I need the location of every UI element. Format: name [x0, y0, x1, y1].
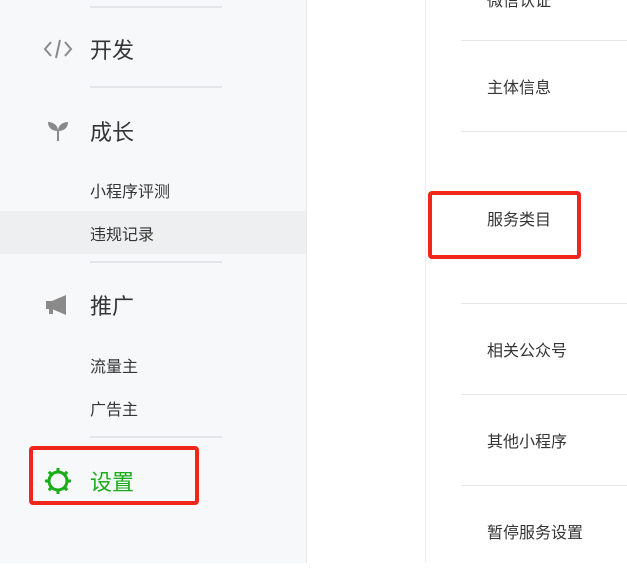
sidebar-item-label: 小程序评测: [90, 181, 171, 201]
sidebar-section-promote[interactable]: 推广: [0, 283, 306, 327]
settings-row-other-miniprograms[interactable]: 其他小程序: [461, 395, 627, 485]
settings-row-label: 其他小程序: [487, 432, 568, 451]
sidebar: 开发 成长 小程序评测 违规记录 推广 流量主 广告主 设置: [0, 0, 306, 563]
sidebar-section-settings[interactable]: 设置: [0, 459, 306, 503]
sidebar-item-label: 流量主: [90, 356, 139, 376]
sidebar-divider: [90, 86, 222, 88]
sidebar-section-growth[interactable]: 成长: [0, 109, 306, 153]
sidebar-item-advertiser[interactable]: 广告主: [0, 386, 306, 429]
settings-row-label: 相关公众号: [487, 341, 568, 360]
sprout-icon: [42, 115, 74, 147]
sidebar-section-label: 设置: [90, 471, 135, 496]
sidebar-divider: [90, 261, 222, 263]
gear-icon: [42, 465, 74, 497]
sidebar-divider: [90, 6, 222, 8]
settings-row-label: 主体信息: [487, 78, 552, 97]
settings-row-entity-info[interactable]: 主体信息: [461, 41, 627, 131]
sidebar-section-label: 成长: [90, 121, 135, 146]
settings-row-label: 微信认证: [487, 0, 552, 10]
settings-row-label: 服务类目: [487, 210, 552, 229]
settings-row-label: 暂停服务设置: [487, 523, 584, 542]
sidebar-section-develop[interactable]: 开发: [0, 27, 306, 71]
sidebar-border: [306, 0, 307, 563]
sidebar-section-label: 推广: [90, 295, 135, 320]
sidebar-item-traffic-owner[interactable]: 流量主: [0, 343, 306, 386]
settings-nav-border: [425, 0, 426, 563]
settings-row-related-accounts[interactable]: 相关公众号: [461, 304, 627, 394]
sidebar-section-label: 开发: [90, 39, 135, 64]
settings-row-wechat-verification[interactable]: 微信认证: [461, 0, 627, 12]
sidebar-divider: [90, 436, 222, 438]
settings-row-service-category[interactable]: 服务类目: [461, 196, 627, 240]
sidebar-item-label: 广告主: [90, 399, 139, 419]
row-divider: [461, 131, 627, 132]
sidebar-item-miniprogram-review[interactable]: 小程序评测: [0, 168, 306, 211]
megaphone-icon: [42, 289, 74, 321]
code-icon: [42, 33, 74, 65]
sidebar-item-label: 违规记录: [90, 224, 155, 244]
sidebar-item-violation-records[interactable]: 违规记录: [0, 211, 306, 254]
